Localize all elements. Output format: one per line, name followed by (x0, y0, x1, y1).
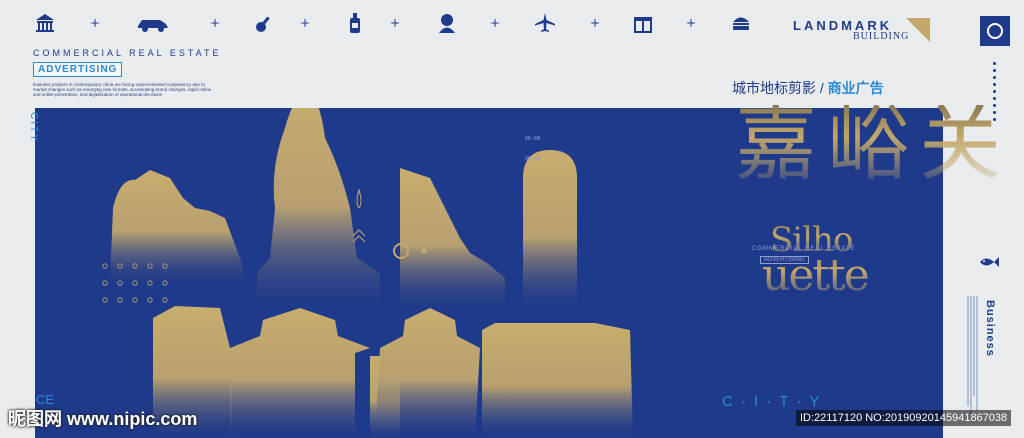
cn-title-part-a: 城市地标剪影 / (732, 80, 828, 96)
airplane-icon (535, 13, 555, 32)
ring-icon (987, 23, 1003, 39)
cn-title: 城市地标剪影 / 商业广告 (732, 78, 884, 98)
angled-building-silhouette (400, 168, 505, 308)
cn-title-part-b: 商业广告 (827, 80, 884, 96)
dome-tower-silhouette (523, 150, 577, 308)
small-number-b: 88 +88 (525, 156, 541, 162)
decor-chevrons (352, 229, 366, 243)
brand-triangle (906, 18, 930, 42)
vertical-text-lines (967, 296, 978, 414)
plus-icon: + (686, 16, 697, 30)
panel-commercial-label: COMMERCIAL REAL ESTATE (752, 246, 856, 252)
business-vertical-label: Business (984, 300, 996, 357)
pagoda-left-silhouette (230, 308, 370, 438)
pagoda-center-silhouette (375, 308, 480, 438)
gift-icon (634, 17, 652, 33)
statue-silhouette (110, 170, 247, 283)
commercial-real-estate-label: COMMERCIAL REAL ESTATE (33, 48, 222, 58)
panel-advertising-badge: ADVERTISING (760, 256, 809, 264)
big-chinese-title: 嘉峪关 (735, 97, 1012, 192)
city-vertical-label: CITY (28, 112, 39, 143)
plus-icon: + (300, 16, 311, 30)
watermark-id: ID:22117120 NO:20190920145941867038 (796, 410, 1012, 426)
plus-icon: + (590, 16, 601, 30)
intro-paragraph: business projects in contemporary china … (33, 82, 212, 97)
plus-icon: + (90, 16, 101, 30)
small-number-a: 88 +88 (525, 136, 541, 142)
watermark-site: 昵图网 www.nipic.com (8, 409, 198, 429)
city-spaced-label: C · I · T · Y (722, 393, 822, 410)
bottle-icon (350, 13, 360, 33)
fish-icon (980, 257, 999, 267)
decor-drop (356, 188, 362, 209)
plus-icon: + (210, 16, 221, 30)
gate-block-silhouette (482, 323, 633, 438)
guitar-icon (256, 16, 270, 32)
burger-icon (733, 17, 749, 30)
car-icon (138, 20, 168, 32)
monument-silhouette (257, 108, 380, 308)
plus-icon: + (490, 16, 501, 30)
museum-icon (36, 14, 54, 32)
plus-icon: + (390, 16, 401, 30)
advertising-badge: ADVERTISING (33, 62, 123, 77)
corner-logo-box (980, 16, 1010, 46)
brand-subtitle: BUILDING (853, 31, 910, 42)
portrait-icon (439, 14, 455, 33)
